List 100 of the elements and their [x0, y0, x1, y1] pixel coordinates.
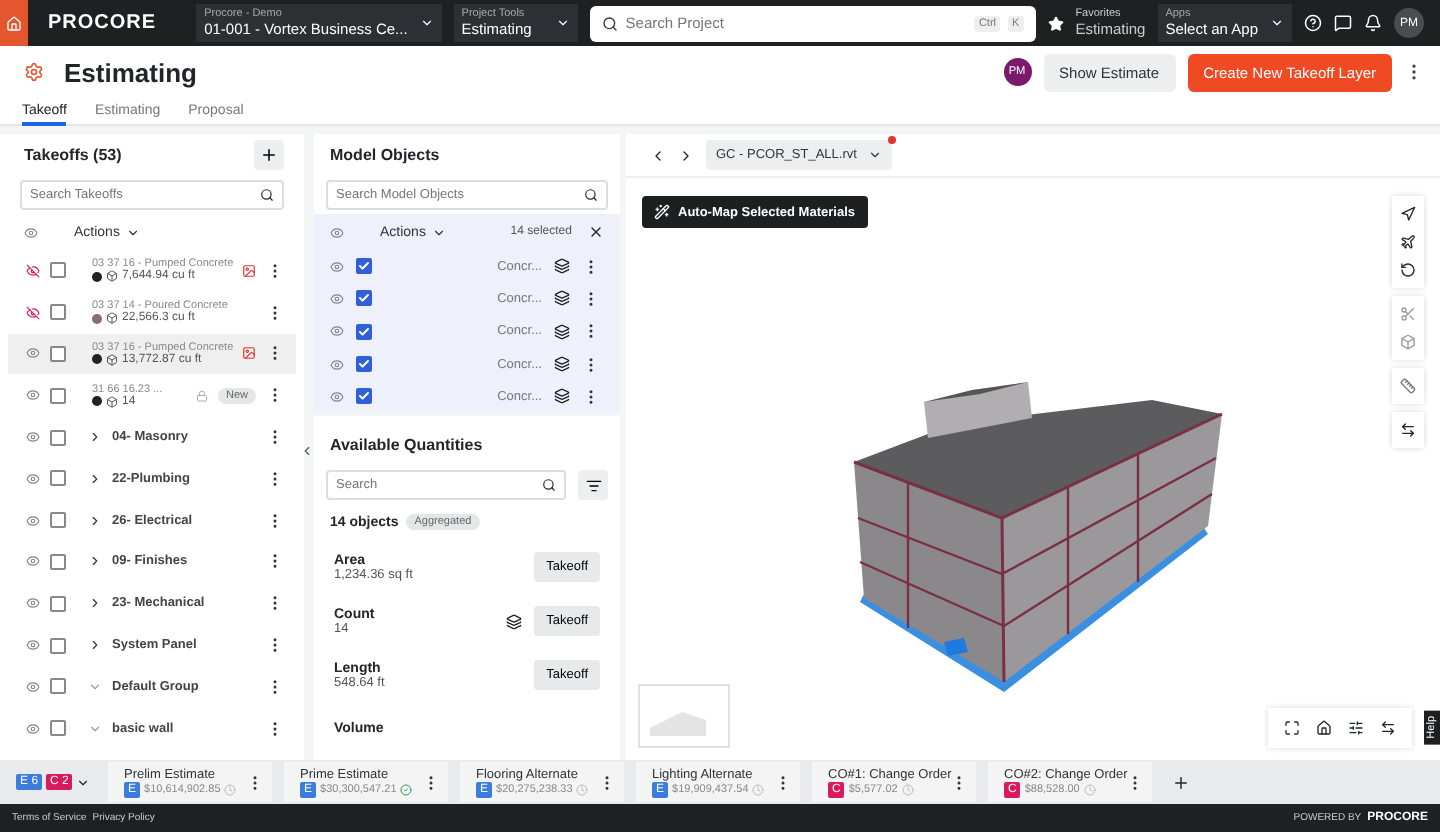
search-icon [542, 478, 556, 493]
cube-icon [106, 270, 118, 283]
cube-icon[interactable] [1400, 334, 1416, 350]
plane-icon[interactable] [1400, 234, 1416, 250]
wand-icon [654, 204, 670, 220]
chat-icon[interactable] [1334, 14, 1352, 32]
star-icon[interactable] [1047, 15, 1064, 31]
eye-icon[interactable] [26, 554, 40, 569]
eye-icon[interactable] [330, 324, 344, 339]
swap-icon[interactable] [1400, 422, 1416, 438]
notification-dot [888, 136, 897, 144]
filter-icon [585, 477, 601, 494]
eye-icon[interactable] [26, 596, 40, 611]
section-cut-icon[interactable] [1400, 306, 1416, 322]
add-icon[interactable] [1172, 773, 1190, 791]
chevron-right-icon[interactable] [88, 596, 102, 611]
settings-icon[interactable] [1348, 720, 1364, 736]
swap-icon[interactable] [1380, 720, 1396, 736]
home-icon [6, 15, 22, 31]
checkbox[interactable] [50, 637, 66, 654]
orbit-icon[interactable] [1400, 262, 1416, 278]
section-title: Available Quantities [330, 436, 483, 455]
chevron-right-icon[interactable] [88, 430, 102, 445]
layers-icon [554, 388, 570, 405]
checkbox[interactable] [50, 678, 66, 695]
checkbox[interactable] [50, 387, 66, 404]
layers-icon [554, 258, 570, 275]
lock-icon [195, 389, 208, 402]
panel-title: Takeoffs (53) [24, 146, 122, 164]
eye-icon[interactable] [26, 471, 40, 486]
search-icon [260, 188, 274, 202]
caret-icon[interactable] [76, 775, 91, 789]
search-icon [601, 15, 618, 31]
help-icon[interactable] [1304, 14, 1322, 32]
checkbox[interactable] [356, 290, 372, 307]
caret-icon [555, 16, 570, 30]
chevron-right-icon[interactable] [88, 638, 102, 653]
filter-button[interactable] [578, 470, 608, 501]
eye-icon[interactable] [26, 388, 40, 403]
cube-icon [106, 312, 118, 325]
checkbox[interactable] [50, 262, 66, 279]
back-icon[interactable] [650, 147, 666, 163]
checkbox[interactable] [356, 323, 372, 340]
caret-icon [1270, 16, 1284, 30]
eye-icon[interactable] [330, 291, 344, 306]
brand-logo[interactable]: PROCORE [48, 12, 157, 34]
checkbox[interactable] [50, 595, 66, 612]
layers-icon [554, 290, 570, 307]
checkbox[interactable] [50, 720, 66, 737]
bell-icon[interactable] [1364, 14, 1382, 32]
eye-icon[interactable] [26, 638, 40, 653]
collapse-icon[interactable] [300, 444, 314, 458]
add-button[interactable] [254, 140, 284, 170]
forward-icon[interactable] [678, 147, 694, 163]
ruler-icon[interactable] [1400, 378, 1416, 394]
eye-icon[interactable] [330, 259, 344, 274]
cube-icon [106, 353, 118, 366]
gear-icon [24, 62, 44, 82]
eye-icon[interactable] [26, 721, 40, 736]
checkbox[interactable] [50, 345, 66, 362]
checkbox[interactable] [50, 470, 66, 487]
eye-icon[interactable] [330, 357, 344, 372]
chevron-down-icon[interactable] [88, 721, 102, 736]
checkbox[interactable] [50, 512, 66, 529]
minimap-drawing [638, 684, 730, 748]
checkbox[interactable] [356, 356, 372, 373]
checkbox[interactable] [50, 304, 66, 321]
eye-icon[interactable] [26, 679, 40, 694]
checkbox[interactable] [50, 553, 66, 570]
cube-icon [106, 395, 118, 408]
fit-view-icon[interactable] [1284, 720, 1300, 736]
eye-icon[interactable] [26, 430, 40, 445]
eye-icon[interactable] [26, 513, 40, 528]
caret-icon [868, 148, 883, 162]
eye-icon[interactable] [26, 346, 40, 361]
chevron-down-icon[interactable] [88, 679, 102, 694]
home-icon[interactable] [1316, 720, 1332, 736]
eye-icon[interactable] [330, 389, 344, 404]
checkbox[interactable] [356, 258, 372, 275]
checkbox[interactable] [356, 388, 372, 405]
eye-icon[interactable] [24, 225, 38, 239]
layers-icon [554, 356, 570, 373]
chevron-right-icon[interactable] [88, 554, 102, 569]
eye-off-icon[interactable] [26, 263, 40, 278]
eye-off-icon[interactable] [26, 305, 40, 320]
caret-icon [419, 16, 434, 30]
chevron-right-icon[interactable] [88, 471, 102, 486]
navigate-icon[interactable] [1400, 206, 1416, 222]
caret-icon [125, 225, 140, 239]
layers-icon [554, 323, 570, 340]
page-title: Estimating [64, 57, 197, 87]
checkbox[interactable] [50, 429, 66, 446]
chevron-right-icon[interactable] [88, 513, 102, 528]
plus-icon [260, 146, 278, 164]
panel-title: Model Objects [330, 146, 440, 164]
home-button[interactable] [0, 0, 28, 46]
close-icon[interactable] [588, 224, 604, 240]
caret-icon [431, 225, 446, 239]
eye-icon[interactable] [330, 225, 344, 239]
search-icon [584, 188, 598, 202]
